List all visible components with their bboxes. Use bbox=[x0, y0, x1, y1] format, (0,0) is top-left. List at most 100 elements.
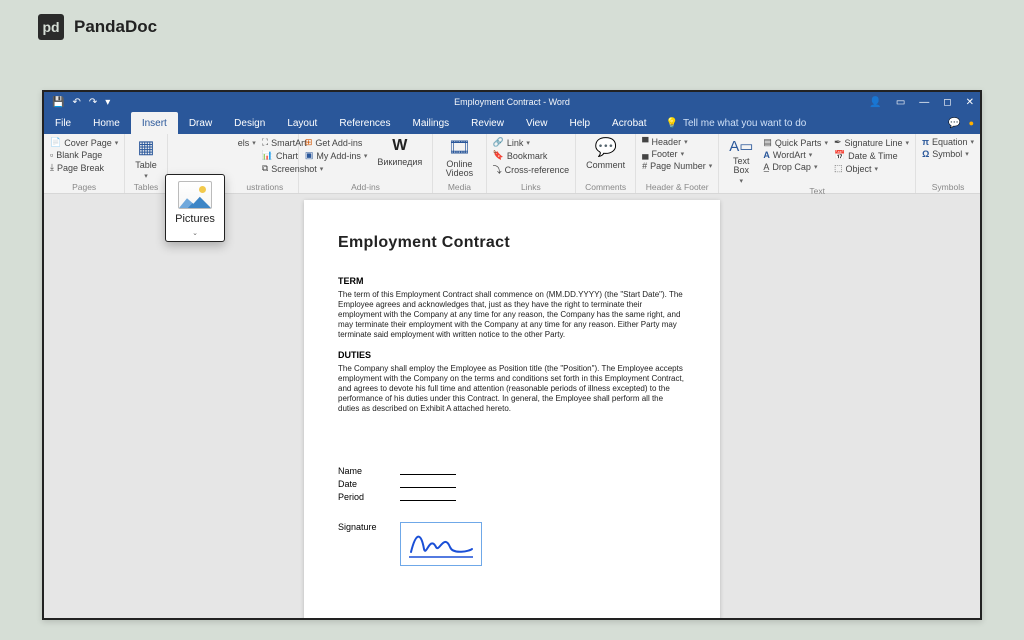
calendar-icon: 📅 bbox=[834, 150, 845, 161]
tab-acrobat[interactable]: Acrobat bbox=[601, 112, 657, 134]
tab-mailings[interactable]: Mailings bbox=[401, 112, 460, 134]
drop-cap-button[interactable]: A̲Drop Cap▾ bbox=[763, 162, 828, 172]
bookmark-button[interactable]: 🔖Bookmark bbox=[493, 150, 570, 161]
wikipedia-button[interactable]: W Википедия bbox=[373, 137, 426, 167]
section-term-heading: TERM bbox=[338, 276, 686, 286]
cover-page-button[interactable]: 📄Cover Page▾ bbox=[50, 137, 118, 148]
tab-design[interactable]: Design bbox=[223, 112, 276, 134]
ribbon: 📄Cover Page▾ ▫Blank Page ⤓Page Break Pag… bbox=[44, 134, 980, 194]
section-duties-body: The Company shall employ the Employee as… bbox=[338, 364, 686, 414]
quickparts-icon: ▤ bbox=[763, 137, 772, 148]
tab-help[interactable]: Help bbox=[558, 112, 601, 134]
group-addins: ⊞Get Add-ins ▣My Add-ins▾ W Википедия Ad… bbox=[299, 134, 433, 193]
quick-parts-button[interactable]: ▤Quick Parts▾ bbox=[763, 137, 828, 148]
date-time-button[interactable]: 📅Date & Time bbox=[834, 150, 909, 161]
table-icon: ▦ bbox=[138, 137, 155, 158]
crossref-icon: ⤵ bbox=[493, 163, 502, 176]
bookmark-icon: 🔖 bbox=[493, 150, 504, 161]
logo-mark: pd bbox=[38, 14, 64, 40]
share-dot[interactable]: ● bbox=[969, 118, 974, 128]
tab-file[interactable]: File bbox=[44, 112, 82, 134]
document-page: Employment Contract TERM The term of thi… bbox=[304, 200, 720, 618]
tab-references[interactable]: References bbox=[328, 112, 401, 134]
ribbon-display-icon[interactable]: ▭ bbox=[896, 97, 905, 108]
restore-icon[interactable]: ◻ bbox=[943, 97, 951, 108]
user-icon[interactable]: 👤 bbox=[869, 97, 881, 108]
field-name: Name bbox=[338, 466, 686, 476]
comment-icon: 💬 bbox=[594, 137, 616, 158]
textbox-icon: A▭ bbox=[729, 137, 753, 155]
blank-page-button[interactable]: ▫Blank Page bbox=[50, 150, 118, 160]
store-icon: ⊞ bbox=[305, 137, 313, 148]
comments-pane-icon[interactable]: 💬 bbox=[948, 118, 960, 129]
wordart-button[interactable]: AWordArt▾ bbox=[763, 150, 828, 160]
footer-button[interactable]: ▄Footer▾ bbox=[642, 149, 712, 159]
group-pages: 📄Cover Page▾ ▫Blank Page ⤓Page Break Pag… bbox=[44, 134, 125, 193]
equation-button[interactable]: πEquation▾ bbox=[922, 137, 974, 147]
lightbulb-icon: 💡 bbox=[666, 118, 678, 129]
header-icon: ▀ bbox=[642, 137, 648, 147]
omega-icon: Ω bbox=[922, 149, 929, 159]
my-addins-button[interactable]: ▣My Add-ins▾ bbox=[305, 150, 368, 161]
symbol-button[interactable]: ΩSymbol▾ bbox=[922, 149, 974, 159]
text-box-button[interactable]: A▭ Text Box▾ bbox=[725, 137, 757, 185]
screenshot-icon: ⧉ bbox=[262, 163, 268, 174]
title-bar: 💾 ↶ ↷ ▾ Employment Contract - Word 👤 ▭ —… bbox=[44, 92, 980, 112]
group-symbols: πEquation▾ ΩSymbol▾ Symbols bbox=[916, 134, 980, 193]
get-addins-button[interactable]: ⊞Get Add-ins bbox=[305, 137, 368, 148]
table-button[interactable]: ▦ Table ▾ bbox=[131, 137, 161, 180]
tab-insert[interactable]: Insert bbox=[131, 112, 178, 134]
section-term-body: The term of this Employment Contract sha… bbox=[338, 290, 686, 340]
object-icon: ⬚ bbox=[834, 163, 843, 174]
object-button[interactable]: ⬚Object▾ bbox=[834, 163, 909, 174]
section-duties-heading: DUTIES bbox=[338, 350, 686, 360]
chevron-down-icon: ⌄ bbox=[192, 229, 198, 237]
tab-draw[interactable]: Draw bbox=[178, 112, 223, 134]
minimize-icon[interactable]: — bbox=[919, 97, 929, 108]
page-number-button[interactable]: #Page Number▾ bbox=[642, 161, 712, 171]
signature-icon: ✒ bbox=[834, 137, 842, 148]
shapes-dropdown[interactable]: els▾ bbox=[238, 138, 256, 148]
signature-line-button[interactable]: ✒Signature Line▾ bbox=[834, 137, 909, 148]
video-icon: 🎞 bbox=[448, 137, 471, 158]
online-videos-button[interactable]: 🎞 Online Videos bbox=[439, 137, 479, 178]
page-break-icon: ⤓ bbox=[50, 162, 54, 173]
ribbon-tabs: File Home Insert Draw Design Layout Refe… bbox=[44, 112, 980, 134]
window-title: Employment Contract - Word bbox=[44, 97, 980, 107]
addins-icon: ▣ bbox=[305, 150, 314, 161]
pictures-icon bbox=[178, 181, 212, 209]
footer-icon: ▄ bbox=[642, 149, 648, 159]
close-icon[interactable]: ✕ bbox=[966, 97, 974, 108]
pandadoc-logo: pd PandaDoc bbox=[0, 0, 1024, 50]
wordart-icon: A bbox=[763, 150, 770, 160]
word-app-window: 💾 ↶ ↷ ▾ Employment Contract - Word 👤 ▭ —… bbox=[42, 90, 982, 620]
cross-ref-button[interactable]: ⤵Cross-reference bbox=[493, 163, 570, 176]
link-button[interactable]: 🔗Link▾ bbox=[493, 137, 570, 148]
tab-review[interactable]: Review bbox=[460, 112, 515, 134]
group-header-footer: ▀Header▾ ▄Footer▾ #Page Number▾ Header &… bbox=[636, 134, 719, 193]
tab-view[interactable]: View bbox=[515, 112, 559, 134]
page-icon: 📄 bbox=[50, 137, 61, 148]
doc-title: Employment Contract bbox=[338, 234, 686, 252]
signature-field: Signature bbox=[338, 522, 686, 566]
signature-box[interactable] bbox=[400, 522, 482, 566]
tell-me-search[interactable]: 💡 Tell me what you want to do bbox=[658, 112, 807, 134]
group-comments: 💬 Comment Comments bbox=[576, 134, 636, 193]
link-icon: 🔗 bbox=[493, 137, 504, 148]
wikipedia-icon: W bbox=[392, 137, 407, 155]
comment-button[interactable]: 💬 Comment bbox=[582, 137, 629, 170]
header-button[interactable]: ▀Header▾ bbox=[642, 137, 712, 147]
pagenum-icon: # bbox=[642, 161, 647, 171]
field-period: Period bbox=[338, 492, 686, 502]
tab-home[interactable]: Home bbox=[82, 112, 131, 134]
document-canvas[interactable]: Employment Contract TERM The term of thi… bbox=[44, 194, 980, 618]
group-tables: ▦ Table ▾ Tables bbox=[125, 134, 168, 193]
page-break-button[interactable]: ⤓Page Break bbox=[50, 162, 118, 173]
group-media: 🎞 Online Videos Media bbox=[433, 134, 486, 193]
signature-scribble-icon bbox=[406, 527, 476, 561]
tab-layout[interactable]: Layout bbox=[276, 112, 328, 134]
chart-icon: 📊 bbox=[262, 150, 273, 161]
pi-icon: π bbox=[922, 137, 929, 147]
logo-text: PandaDoc bbox=[74, 17, 157, 37]
pictures-callout[interactable]: Pictures ⌄ bbox=[165, 174, 225, 242]
